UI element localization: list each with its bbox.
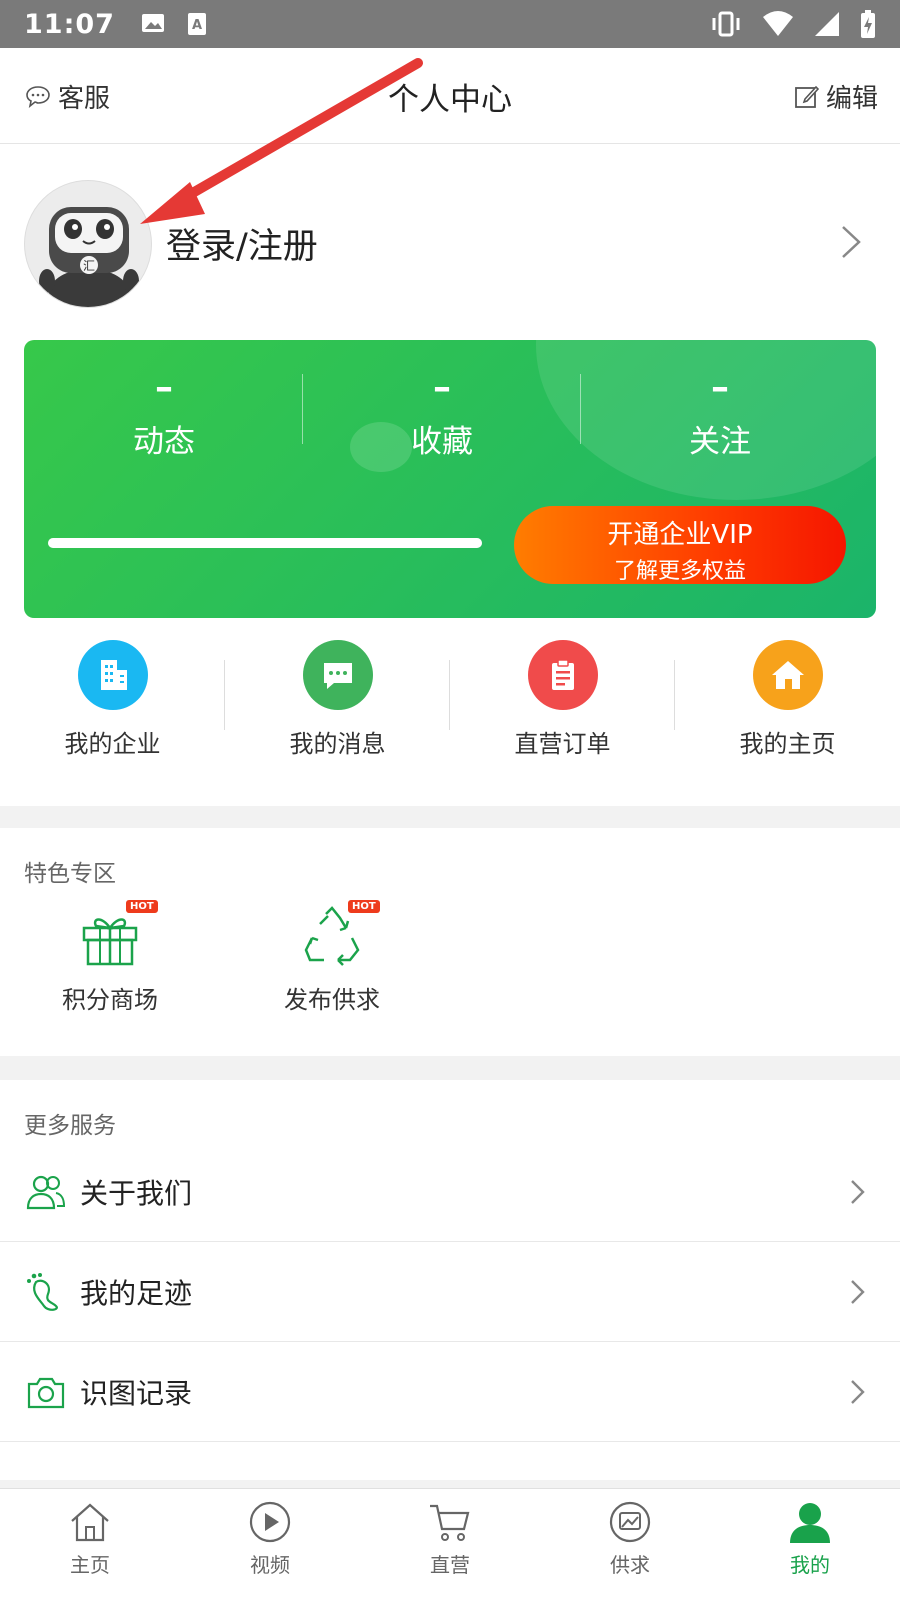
- image-icon: [141, 14, 164, 32]
- svg-text:A: A: [192, 18, 202, 33]
- chevron-right-icon: [851, 1179, 865, 1204]
- vip-subtitle: 了解更多权益: [613, 559, 746, 584]
- cart-icon: [430, 1504, 470, 1541]
- stat-label: 收藏: [411, 424, 473, 460]
- feature-publish-supply[interactable]: HOT 发布供求: [252, 900, 412, 1015]
- recycle-icon: [304, 906, 360, 966]
- user-icon: [790, 1503, 830, 1543]
- status-bar: 11:07 A: [0, 0, 900, 48]
- service-label: 识图记录: [80, 1376, 193, 1410]
- users-icon: [24, 1170, 68, 1214]
- quick-my-messages[interactable]: 我的消息: [225, 640, 450, 770]
- signal-icon: [815, 12, 839, 36]
- hot-badge: HOT: [126, 900, 158, 913]
- service-image-recognition-history[interactable]: 识图记录: [0, 1342, 900, 1442]
- quick-my-company[interactable]: 我的企业: [0, 640, 225, 770]
- footprint-icon: [24, 1270, 68, 1314]
- feature-label: 发布供求: [284, 986, 380, 1014]
- page-title: 个人中心: [388, 82, 512, 118]
- quick-actions: 我的企业 我的消息 直营订单 我的主页: [0, 640, 900, 770]
- login-register-link[interactable]: 登录/注册: [166, 218, 318, 269]
- nav-label: 我的: [790, 1553, 830, 1577]
- nav-mine[interactable]: 我的: [720, 1489, 900, 1600]
- order-icon: [527, 640, 598, 710]
- profile-section: 汇 登录/注册 – 动态 – 收藏 – 关注 开通企业VIP 了解更多权益 我的…: [0, 144, 900, 806]
- gift-icon: [82, 918, 138, 966]
- message-icon: [302, 640, 373, 710]
- progress-fill: [48, 538, 482, 548]
- stat-favorites[interactable]: – 收藏: [302, 370, 582, 461]
- chevron-right-icon[interactable]: [840, 224, 862, 260]
- nav-label: 供求: [610, 1553, 650, 1577]
- chevron-right-icon: [851, 1379, 865, 1404]
- quick-label: 我的企业: [64, 730, 161, 758]
- quick-label: 我的主页: [739, 730, 836, 758]
- service-label: 关于我们: [80, 1176, 193, 1210]
- edit-icon: [795, 85, 820, 108]
- status-time: 11:07: [24, 8, 115, 40]
- nav-supply[interactable]: 供求: [540, 1489, 720, 1600]
- camera-icon: [24, 1370, 68, 1414]
- wifi-icon: [763, 11, 793, 36]
- quick-direct-orders[interactable]: 直营订单: [450, 640, 675, 770]
- panda-mascot-icon: 汇: [39, 207, 139, 307]
- nav-label: 主页: [70, 1553, 110, 1577]
- service-about-us[interactable]: 关于我们: [0, 1142, 900, 1242]
- stat-following[interactable]: – 关注: [580, 370, 860, 461]
- svg-text:汇: 汇: [83, 259, 95, 273]
- stat-value: –: [155, 367, 173, 408]
- nav-home[interactable]: 主页: [0, 1489, 180, 1600]
- more-services-section: 更多服务 关于我们 我的足迹 识图记录: [0, 1080, 900, 1480]
- quick-label: 我的消息: [289, 730, 386, 758]
- building-icon: [77, 640, 148, 710]
- hot-badge: HOT: [348, 900, 380, 913]
- nav-video[interactable]: 视频: [180, 1489, 360, 1600]
- home-icon: [752, 640, 823, 710]
- service-footprint[interactable]: 我的足迹: [0, 1242, 900, 1342]
- stat-value: –: [711, 367, 729, 408]
- font-icon: A: [187, 13, 206, 35]
- home-outline-icon: [71, 1503, 109, 1542]
- stat-label: 动态: [133, 424, 195, 460]
- edit-label: 编辑: [825, 84, 878, 114]
- stats-card: – 动态 – 收藏 – 关注 开通企业VIP 了解更多权益: [24, 340, 876, 618]
- nav-label: 直营: [430, 1553, 470, 1577]
- edit-button[interactable]: 编辑: [794, 78, 878, 115]
- feature-points-mall[interactable]: HOT 积分商场: [30, 900, 190, 1015]
- supply-icon: [609, 1501, 651, 1543]
- bottom-navigation: 主页 视频 直营 供求 我的: [0, 1488, 900, 1600]
- stat-posts[interactable]: – 动态: [24, 370, 304, 461]
- vip-title: 开通企业VIP: [607, 520, 753, 550]
- app-header: 客服 个人中心 编辑: [0, 48, 900, 144]
- play-icon: [249, 1501, 291, 1543]
- service-label: 我的足迹: [80, 1276, 193, 1310]
- section-title: 更多服务: [24, 1113, 116, 1139]
- nav-label: 视频: [250, 1553, 290, 1577]
- feature-label: 积分商场: [62, 986, 158, 1014]
- vibrate-icon: [712, 11, 740, 37]
- special-section: 特色专区 HOT 积分商场 HOT 发布供求: [0, 828, 900, 1056]
- quick-label: 直营订单: [514, 730, 611, 758]
- avatar[interactable]: 汇: [24, 180, 152, 308]
- open-vip-button[interactable]: 开通企业VIP 了解更多权益: [514, 506, 846, 584]
- quick-my-homepage[interactable]: 我的主页: [675, 640, 900, 770]
- progress-bar: [48, 538, 482, 548]
- battery-charging-icon: [861, 10, 875, 38]
- nav-direct[interactable]: 直营: [360, 1489, 540, 1600]
- stat-value: –: [433, 367, 451, 408]
- section-title: 特色专区: [24, 861, 116, 887]
- chevron-right-icon: [851, 1279, 865, 1304]
- stat-label: 关注: [689, 424, 751, 460]
